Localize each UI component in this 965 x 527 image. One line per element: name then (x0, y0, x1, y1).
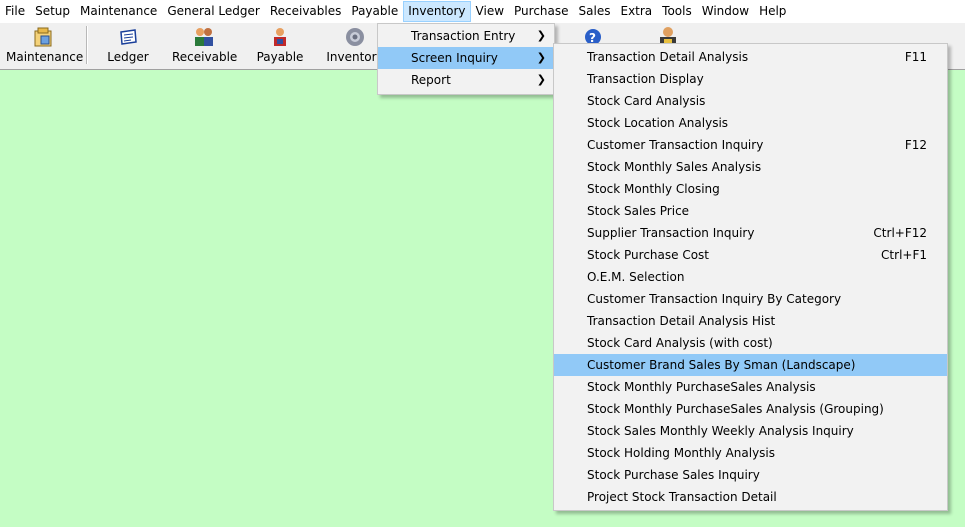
maintenance-icon (34, 27, 52, 47)
menu-item-report[interactable]: Report ❯ (378, 69, 554, 91)
menu-setup[interactable]: Setup (30, 1, 75, 22)
menu-item-customer-transaction-inquiry[interactable]: Customer Transaction Inquiry F12 (554, 134, 947, 156)
ledger-icon (120, 29, 137, 45)
menu-item-label: Stock Monthly PurchaseSales Analysis (Gr… (587, 402, 884, 416)
menu-item-label: Stock Card Analysis (with cost) (587, 336, 773, 350)
menu-item-label: Stock Location Analysis (587, 116, 729, 130)
menu-item-label: Customer Transaction Inquiry By Category (587, 292, 842, 306)
menu-bar: File Setup Maintenance General Ledger Re… (0, 0, 965, 23)
menu-item-label: Customer Transaction Inquiry (587, 138, 764, 152)
menu-item-transaction-entry[interactable]: Transaction Entry ❯ (378, 25, 554, 47)
menu-item-stock-monthly-purchasesales-analysis[interactable]: Stock Monthly PurchaseSales Analysis (554, 376, 947, 398)
menu-item-label: Report (411, 73, 451, 87)
toolbar-ledger-button[interactable]: Ledger (100, 25, 156, 67)
toolbar-receivable-button[interactable]: Receivable (172, 25, 238, 67)
menu-item-label: Transaction Detail Analysis Hist (587, 314, 776, 328)
inventory-dropdown: Transaction Entry ❯ Screen Inquiry ❯ Rep… (377, 23, 555, 95)
toolbar-separator (86, 26, 88, 64)
menu-item-label: Transaction Entry (411, 29, 516, 43)
menu-item-shortcut: F12 (904, 138, 927, 152)
toolbar-inventory-label: Inventory (326, 50, 384, 64)
menu-item-shortcut: Ctrl+F1 (881, 248, 927, 262)
menu-item-stock-sales-monthly-weekly-analysis-inquiry[interactable]: Stock Sales Monthly Weekly Analysis Inqu… (554, 420, 947, 442)
menu-item-project-stock-transaction-detail[interactable]: Project Stock Transaction Detail (554, 486, 947, 508)
menu-item-label: Customer Brand Sales By Sman (Landscape) (587, 358, 856, 372)
menu-item-label: Stock Monthly PurchaseSales Analysis (587, 380, 816, 394)
menu-window[interactable]: Window (697, 1, 754, 22)
menu-general-ledger[interactable]: General Ledger (162, 1, 265, 22)
menu-payable[interactable]: Payable (346, 1, 403, 22)
inventory-gear-icon (346, 28, 364, 46)
receivable-icon (195, 28, 213, 46)
menu-item-supplier-transaction-inquiry[interactable]: Supplier Transaction Inquiry Ctrl+F12 (554, 222, 947, 244)
menu-item-label: Stock Purchase Sales Inquiry (587, 468, 760, 482)
menu-item-customer-brand-sales-by-sman[interactable]: Customer Brand Sales By Sman (Landscape) (554, 354, 947, 376)
menu-item-label: Stock Purchase Cost (587, 248, 710, 262)
toolbar-payable-label: Payable (256, 50, 304, 64)
menu-receivables[interactable]: Receivables (265, 1, 347, 22)
chevron-right-icon: ❯ (536, 73, 546, 86)
menu-item-stock-monthly-purchasesales-analysis-grouping[interactable]: Stock Monthly PurchaseSales Analysis (Gr… (554, 398, 947, 420)
menu-item-label: Stock Monthly Sales Analysis (587, 160, 762, 174)
menu-item-label: Supplier Transaction Inquiry (587, 226, 755, 240)
menu-item-shortcut: F11 (904, 50, 927, 64)
payable-icon (274, 28, 286, 46)
menu-item-stock-monthly-closing[interactable]: Stock Monthly Closing (554, 178, 947, 200)
chevron-right-icon: ❯ (536, 29, 546, 42)
menu-item-label: Stock Sales Monthly Weekly Analysis Inqu… (587, 424, 854, 438)
toolbar-maintenance-button[interactable]: Maintenance (6, 25, 84, 67)
menu-item-label: O.E.M. Selection (587, 270, 685, 284)
toolbar-receivable-label: Receivable (172, 50, 238, 64)
menu-item-transaction-display[interactable]: Transaction Display (554, 68, 947, 90)
menu-maintenance[interactable]: Maintenance (75, 1, 162, 22)
menu-item-label: Project Stock Transaction Detail (587, 490, 777, 504)
menu-item-stock-purchase-cost[interactable]: Stock Purchase Cost Ctrl+F1 (554, 244, 947, 266)
menu-item-stock-location-analysis[interactable]: Stock Location Analysis (554, 112, 947, 134)
menu-item-screen-inquiry[interactable]: Screen Inquiry ❯ (378, 47, 554, 69)
toolbar-payable-button[interactable]: Payable (254, 25, 306, 67)
menu-item-label: Stock Holding Monthly Analysis (587, 446, 776, 460)
menu-item-customer-transaction-inquiry-by-category[interactable]: Customer Transaction Inquiry By Category (554, 288, 947, 310)
toolbar-inventory-button[interactable]: Inventory (326, 25, 384, 67)
menu-item-transaction-detail-analysis[interactable]: Transaction Detail Analysis F11 (554, 46, 947, 68)
menu-item-label: Screen Inquiry (411, 51, 498, 65)
screen-inquiry-submenu: Transaction Detail Analysis F11 Transacti… (553, 43, 948, 511)
menu-item-label: Transaction Detail Analysis (587, 50, 749, 64)
menu-tools[interactable]: Tools (657, 1, 697, 22)
menu-item-label: Stock Card Analysis (587, 94, 706, 108)
menu-item-transaction-detail-analysis-hist[interactable]: Transaction Detail Analysis Hist (554, 310, 947, 332)
menu-file[interactable]: File (0, 1, 30, 22)
menu-item-stock-card-analysis-with-cost[interactable]: Stock Card Analysis (with cost) (554, 332, 947, 354)
menu-inventory[interactable]: Inventory (403, 1, 471, 22)
chevron-right-icon: ❯ (536, 51, 546, 64)
menu-item-stock-sales-price[interactable]: Stock Sales Price (554, 200, 947, 222)
menu-view[interactable]: View (471, 1, 509, 22)
menu-item-label: Stock Monthly Closing (587, 182, 720, 196)
menu-sales[interactable]: Sales (574, 1, 616, 22)
menu-item-shortcut: Ctrl+F12 (873, 226, 927, 240)
menu-help[interactable]: Help (754, 1, 791, 22)
menu-item-stock-purchase-sales-inquiry[interactable]: Stock Purchase Sales Inquiry (554, 464, 947, 486)
menu-item-stock-holding-monthly-analysis[interactable]: Stock Holding Monthly Analysis (554, 442, 947, 464)
menu-item-label: Stock Sales Price (587, 204, 690, 218)
menu-extra[interactable]: Extra (615, 1, 657, 22)
menu-item-label: Transaction Display (587, 72, 704, 86)
menu-item-oem-selection[interactable]: O.E.M. Selection (554, 266, 947, 288)
toolbar-maintenance-label: Maintenance (6, 50, 84, 64)
menu-item-stock-monthly-sales-analysis[interactable]: Stock Monthly Sales Analysis (554, 156, 947, 178)
menu-purchase[interactable]: Purchase (509, 1, 574, 22)
toolbar-ledger-label: Ledger (107, 50, 149, 64)
menu-item-stock-card-analysis[interactable]: Stock Card Analysis (554, 90, 947, 112)
